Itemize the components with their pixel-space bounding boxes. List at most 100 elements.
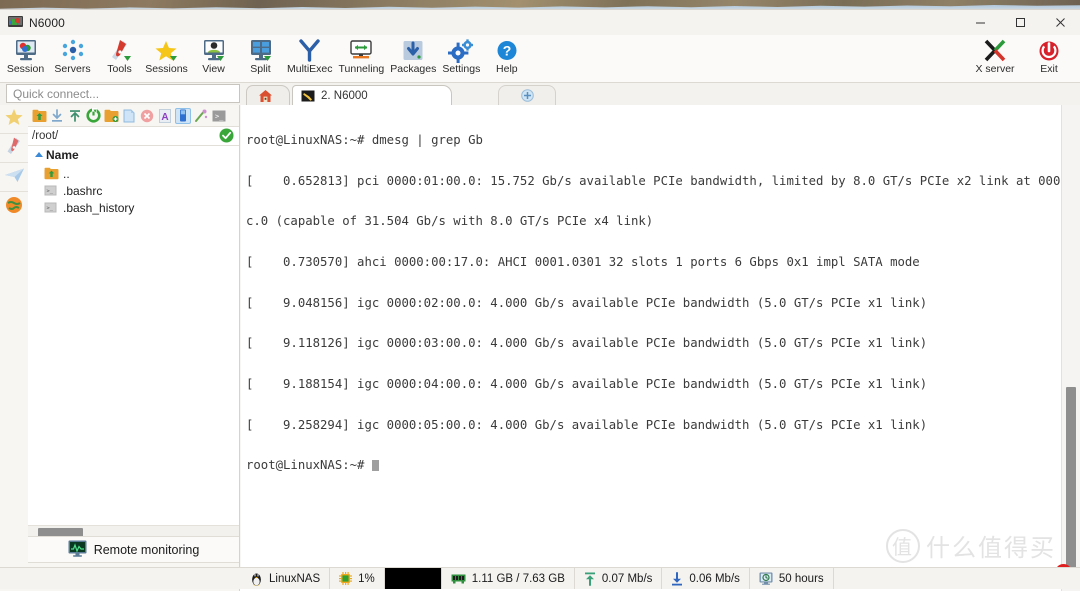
status-uptime-label: 50 hours	[779, 573, 824, 585]
ribbon-session-label: Session	[7, 64, 44, 75]
ribbon-packages-label: Packages	[390, 64, 436, 75]
main-area: A	[0, 105, 1080, 591]
home-icon	[258, 89, 273, 103]
status-bar-cells: LinuxNAS	[241, 568, 834, 589]
ribbon-tools-label: Tools	[107, 64, 132, 75]
ribbon-help-button[interactable]: ? Help	[483, 35, 530, 82]
terminal-line: c.0 (capable of 31.504 Gb/s with 8.0 GT/…	[246, 215, 1060, 229]
status-bar: LinuxNAS	[0, 567, 1080, 589]
ribbon-tools-button[interactable]: Tools	[96, 35, 143, 82]
ribbon-exit-label: Exit	[1040, 64, 1058, 75]
rail-favorites-button[interactable]	[0, 105, 28, 134]
parent-folder-icon	[44, 167, 59, 180]
svg-text:>_: >_	[47, 189, 54, 195]
remote-monitoring-button[interactable]: Remote monitoring	[28, 536, 239, 563]
file-icon: >_	[44, 201, 59, 214]
terminal-cursor	[372, 460, 379, 471]
remote-monitoring-label: Remote monitoring	[94, 543, 200, 557]
status-uptime[interactable]: 50 hours	[750, 568, 834, 589]
cpu-chip-icon	[339, 572, 352, 585]
terminal-vertical-scrollbar[interactable]	[1061, 105, 1080, 591]
ribbon-multiexec-button[interactable]: MultiExec	[284, 35, 336, 82]
refresh-icon[interactable]	[85, 108, 101, 124]
tab-terminal-n6000[interactable]: 2. N6000	[292, 85, 452, 105]
ribbon-view-button[interactable]: View	[190, 35, 237, 82]
binary-mode-icon[interactable]	[175, 108, 191, 124]
up-folder-icon[interactable]	[31, 108, 47, 124]
svg-text:A: A	[161, 112, 168, 123]
star-favorites-icon	[4, 108, 24, 130]
status-download[interactable]: 0.06 Mb/s	[662, 568, 750, 589]
multiexec-icon	[297, 37, 323, 64]
ribbon-help-label: Help	[496, 64, 518, 75]
linux-penguin-icon	[250, 571, 263, 586]
ribbon-xserver-button[interactable]: X server	[968, 35, 1022, 82]
svg-text:>_: >_	[215, 112, 224, 120]
window-title: N6000	[29, 16, 65, 30]
status-bar-left-spacer	[0, 568, 241, 589]
plus-icon	[521, 89, 534, 102]
terminal-here-icon[interactable]: >_	[211, 108, 227, 124]
download-arrow-icon	[671, 572, 683, 586]
ribbon-servers-button[interactable]: Servers	[49, 35, 96, 82]
maximize-button[interactable]	[1000, 10, 1040, 35]
mobaxterm-window: N6000	[0, 0, 1080, 589]
ribbon-split-button[interactable]: Split	[237, 35, 284, 82]
status-memory[interactable]: 1.11 GB / 7.63 GB	[442, 568, 575, 589]
status-upload-label: 0.07 Mb/s	[602, 573, 653, 585]
view-icon	[201, 37, 227, 64]
rail-macros-button[interactable]	[0, 192, 28, 220]
file-list-column-header[interactable]: Name	[28, 146, 239, 164]
scrollbar-thumb[interactable]	[1066, 387, 1076, 577]
tunneling-icon	[348, 37, 374, 64]
file-browser-path[interactable]: /root/	[28, 127, 239, 146]
uptime-clock-icon	[759, 572, 773, 585]
status-memory-label: 1.11 GB / 7.63 GB	[472, 573, 565, 585]
ribbon-packages-button[interactable]: Packages	[387, 35, 439, 82]
upload-icon[interactable]	[67, 108, 83, 124]
terminal-line: [ 0.652813] pci 0000:01:00.0: 15.752 Gb/…	[246, 175, 1060, 189]
text-mode-icon[interactable]: A	[157, 108, 173, 124]
list-item[interactable]: ..	[28, 165, 239, 182]
list-item[interactable]: >_ .bashrc	[28, 182, 239, 199]
status-cpu[interactable]: 1%	[330, 568, 385, 589]
status-download-label: 0.06 Mb/s	[689, 573, 740, 585]
status-cpu-graph[interactable]	[385, 568, 442, 589]
tab-terminal-label: 2. N6000	[321, 90, 368, 102]
rail-tools-button[interactable]	[0, 134, 28, 163]
title-bar: N6000	[0, 10, 1080, 35]
rail-sftp-button[interactable]	[0, 163, 28, 192]
upload-arrow-icon	[584, 572, 596, 586]
ribbon-session-button[interactable]: Session	[2, 35, 49, 82]
file-browser-path-text: /root/	[32, 130, 58, 142]
packages-icon	[400, 37, 426, 64]
status-upload[interactable]: 0.07 Mb/s	[575, 568, 663, 589]
minimize-button[interactable]	[960, 10, 1000, 35]
delete-icon[interactable]	[139, 108, 155, 124]
window-controls	[960, 10, 1080, 35]
list-item[interactable]: >_ .bash_history	[28, 199, 239, 216]
new-folder-icon[interactable]	[103, 108, 119, 124]
new-tab-button[interactable]	[498, 85, 556, 105]
ribbon-settings-button[interactable]: Settings	[439, 35, 483, 82]
quick-connect-input[interactable]: Quick connect...	[6, 84, 240, 103]
tab-strip: 2. N6000	[246, 83, 1080, 106]
tab-home[interactable]	[246, 85, 290, 105]
new-file-icon[interactable]	[121, 108, 137, 124]
close-button[interactable]	[1040, 10, 1080, 35]
tools-icon	[107, 37, 133, 64]
sessions-star-icon	[154, 37, 180, 64]
ribbon-tunneling-label: Tunneling	[339, 64, 385, 75]
ribbon-sessions-label: Sessions	[145, 64, 188, 75]
quickconnect-and-tabs-row: Quick connect...	[0, 83, 1080, 105]
ribbon-sessions-button[interactable]: Sessions	[143, 35, 190, 82]
split-icon	[248, 37, 274, 64]
svg-text:?: ?	[503, 42, 512, 58]
status-host[interactable]: LinuxNAS	[241, 568, 330, 589]
ribbon-tunneling-button[interactable]: Tunneling	[336, 35, 388, 82]
terminal-panel[interactable]: root@LinuxNAS:~# dmesg | grep Gb [ 0.652…	[241, 105, 1080, 591]
download-icon[interactable]	[49, 108, 65, 124]
permissions-icon[interactable]	[193, 108, 209, 124]
ribbon-exit-button[interactable]: Exit	[1022, 35, 1076, 82]
ribbon-multiexec-label: MultiExec	[287, 64, 333, 75]
